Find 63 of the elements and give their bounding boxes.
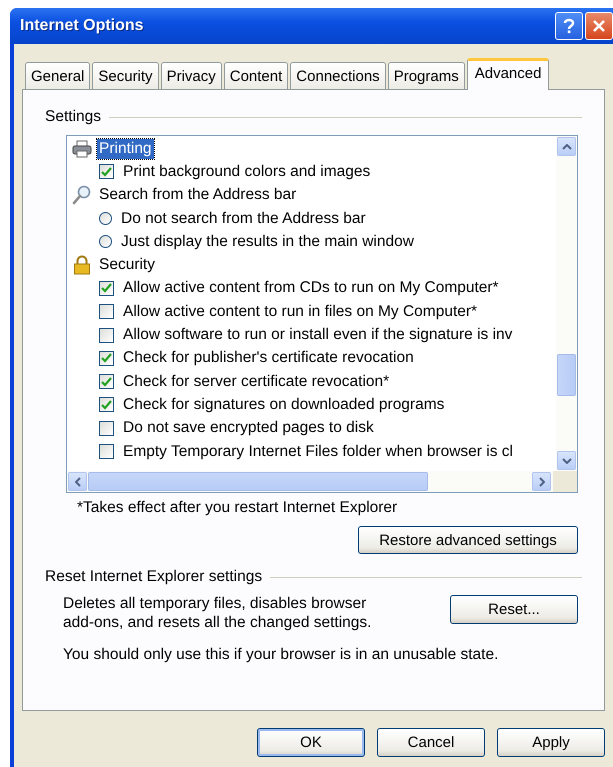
tab[interactable]: Connections [290,62,386,89]
option-label: Check for publisher's certificate revocation [123,349,414,368]
checkbox[interactable] [99,164,114,180]
tab[interactable]: Programs [388,62,465,89]
dialog-button[interactable]: Cancel [377,728,485,757]
dialog-button[interactable]: Apply [497,728,605,757]
tab[interactable]: General [25,62,90,89]
warning-text: You should only use this if your browser is in an unusable state. [63,646,500,664]
checkbox[interactable] [99,280,114,296]
category-item[interactable]: Printing [97,138,154,159]
checkbox[interactable] [99,350,114,366]
chevron-down-icon [562,458,572,464]
option-label: Check for server certificate revocation* [123,372,390,391]
option-label: Do not search from the Address bar [121,210,366,228]
option-label: Allow active content to run in files on My Computer* [123,302,478,321]
chevron-left-icon [74,476,80,486]
group-label: Settings [45,108,102,126]
checkbox[interactable] [99,328,114,343]
dialog-button[interactable]: OK [257,728,365,757]
close-icon [592,19,606,33]
reset-description: Deletes all temporary files, disables browser add-ons, and resets all the changed settings. [63,594,372,632]
tab[interactable]: Security [92,62,159,89]
reset-button[interactable]: Reset... [450,595,578,624]
option-label: Allow software to run or install even if the signature is inv [123,326,512,344]
checkbox[interactable] [99,420,114,436]
scroll-right-button[interactable] [532,472,551,491]
window-title: Internet Options [20,17,144,35]
option-label: Do not save encrypted pages to disk [123,419,374,438]
magnifier-icon [72,185,92,206]
tab[interactable]: Content [224,62,288,89]
checkbox[interactable] [99,397,114,412]
help-icon [562,18,576,34]
tab[interactable]: Advanced [466,58,550,90]
group-label: Reset Internet Explorer settings [45,568,262,586]
checkbox[interactable] [99,374,114,390]
option-label: Check for signatures on downloaded programs [123,396,444,414]
padlock-icon [73,255,91,276]
scroll-left-button[interactable] [68,472,87,491]
category-item[interactable]: Search from the Address bar [97,185,298,206]
chevron-up-icon [562,144,572,150]
printer-icon [72,140,92,158]
horizontal-scrollbar[interactable] [67,471,577,492]
help-button[interactable] [555,12,583,40]
scroll-thumb[interactable] [557,354,576,396]
option-label: Print background colors and images [123,162,370,181]
option-label: Just display the results in the main window [121,232,414,251]
vertical-scrollbar[interactable] [556,136,577,471]
scroll-thumb[interactable] [88,472,428,491]
option-label: Empty Temporary Internet Files folder when browser is cl [123,442,513,460]
scrollbar-corner [553,471,577,492]
chevron-right-icon [538,476,544,486]
category-item[interactable]: Security [97,255,157,276]
tab[interactable]: Privacy [160,62,222,89]
scroll-down-button[interactable] [557,451,576,470]
footnote: *Takes effect after you restart Internet Explorer [77,499,398,517]
checkbox[interactable] [99,444,114,459]
option-label: Allow active content from CDs to run on My Computer* [123,279,499,298]
restore-button[interactable]: Restore advanced settings [358,526,578,554]
radio-button[interactable] [99,235,112,248]
radio-button[interactable] [99,212,112,226]
close-button[interactable] [585,12,613,40]
scroll-up-button[interactable] [557,137,576,156]
checkbox[interactable] [99,304,114,320]
